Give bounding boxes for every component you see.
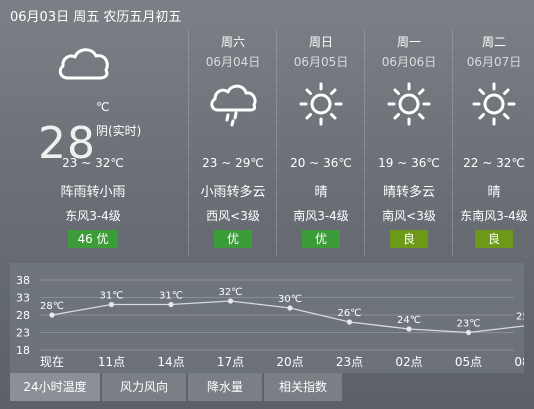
sun-icon (297, 80, 345, 132)
day-date: 06月07日 (466, 55, 522, 69)
day-weather: 晴 (487, 185, 501, 200)
tab-precipitation[interactable]: 降水量 (188, 373, 262, 401)
rain-icon (208, 80, 258, 132)
aqi-badge: 良 (390, 230, 428, 248)
forecast-day[interactable]: 周一 06月06日 19 ~ 36℃ 晴转多云 南风<3级 良 (364, 30, 453, 255)
data-point (227, 298, 234, 304)
data-label: 31℃ (159, 291, 183, 302)
forecast-day[interactable]: 周二 06月07日 22 ~ 32℃ 晴 东南风3-4级 良 (452, 30, 534, 255)
day-date: 06月04日 (205, 55, 261, 69)
day-date: 06月06日 (381, 55, 437, 69)
temperature-line (51, 300, 529, 334)
date-header: 06月03日 周五 农历五月初五 (10, 10, 182, 25)
data-point (346, 319, 353, 325)
y-tick-label: 38 (16, 274, 30, 287)
y-tick-label: 33 (16, 292, 30, 305)
data-label: 26℃ (338, 308, 362, 319)
x-tick-label: 17点 (217, 355, 244, 369)
day-date: 06月05日 (293, 55, 349, 69)
data-label: 25℃ (516, 312, 524, 323)
tab-indices[interactable]: 相关指数 (264, 373, 342, 401)
forecast-day[interactable]: 周六 06月04日 23 ~ 29℃ 小雨转多云 西风<3级 优 (188, 30, 277, 255)
x-tick-label: 23点 (336, 355, 363, 369)
aqi-badge: 优 (302, 230, 340, 248)
data-label: 30℃ (278, 294, 302, 305)
aqi-badge: 优 (214, 230, 252, 248)
day-wind: 东南风3-4级 (460, 209, 528, 223)
data-label: 24℃ (397, 315, 421, 326)
data-point (168, 301, 174, 308)
hourly-temperature-chart: 38 33 28 23 18 28℃ 31℃ 31℃ 32℃ 30℃ 26℃ 24℃ 23℃ 25℃ 现在 1… (10, 263, 534, 373)
tab-wind[interactable]: 风力风向 (102, 373, 186, 401)
today-panel: 28 ℃ 阴(实时) 23 ~ 32℃ 阵雨转小雨 东风3-4级 46 优 (0, 30, 186, 255)
x-tick-label: 11点 (98, 355, 125, 369)
data-label: 31℃ (100, 291, 124, 302)
day-name: 周六 (220, 35, 245, 49)
data-point (49, 312, 55, 318)
chart-svg: 38 33 28 23 18 28℃ 31℃ 31℃ 32℃ 30℃ 26℃ 24℃ 23℃ 25℃ 现在 1… (16, 274, 534, 369)
y-tick-label: 28 (16, 309, 30, 322)
today-weather: 阵雨转小雨 (60, 185, 126, 200)
day-wind: 南风<3级 (382, 209, 436, 223)
temperature-unit: ℃ (96, 100, 110, 114)
current-condition: 阴(实时) (96, 124, 142, 138)
x-tick-label: 05点 (455, 355, 482, 369)
day-name: 周二 (481, 35, 506, 49)
day-weather: 晴 (314, 185, 328, 200)
y-tick-label: 18 (16, 344, 30, 357)
day-temp-range: 23 ~ 29℃ (202, 156, 264, 170)
today-wind: 东风3-4级 (65, 209, 121, 223)
day-name: 周一 (396, 35, 421, 49)
data-point (108, 301, 115, 308)
day-temp-range: 20 ~ 36℃ (290, 156, 352, 170)
day-weather: 小雨转多云 (200, 185, 266, 200)
data-point (465, 329, 472, 336)
weather-widget: 06月03日 周五 农历五月初五 28 ℃ 阴(实时) 23 ~ 32℃ 阵雨转… (0, 0, 534, 409)
data-label: 32℃ (219, 287, 243, 298)
day-wind: 西风<3级 (206, 209, 260, 223)
forecast-day[interactable]: 周日 06月05日 20 ~ 36℃ 晴 南风3-4级 优 (276, 30, 365, 255)
cloudy-icon (56, 40, 112, 88)
data-label: 23℃ (457, 319, 481, 330)
data-label: 28℃ (40, 301, 64, 312)
aqi-badge: 良 (475, 230, 513, 248)
x-tick-label: 02点 (395, 355, 422, 369)
day-weather: 晴转多云 (382, 185, 435, 200)
x-tick-label: 08点 (514, 355, 524, 369)
sun-icon (385, 80, 433, 132)
tab-24h-temperature[interactable]: 24小时温度 (10, 373, 100, 401)
x-tick-label: 现在 (40, 355, 64, 369)
day-wind: 南风3-4级 (293, 209, 349, 223)
x-tick-label: 20点 (276, 355, 303, 369)
y-tick-label: 23 (16, 327, 30, 340)
today-aqi-badge: 46 优 (68, 230, 118, 248)
x-tick-label: 14点 (157, 355, 184, 369)
sun-icon (470, 80, 518, 132)
day-temp-range: 22 ~ 32℃ (463, 156, 525, 170)
data-point (287, 305, 293, 311)
day-temp-range: 19 ~ 36℃ (378, 156, 440, 170)
data-point (406, 326, 412, 332)
today-temp-range: 23 ~ 32℃ (62, 156, 124, 170)
day-name: 周日 (308, 35, 333, 49)
